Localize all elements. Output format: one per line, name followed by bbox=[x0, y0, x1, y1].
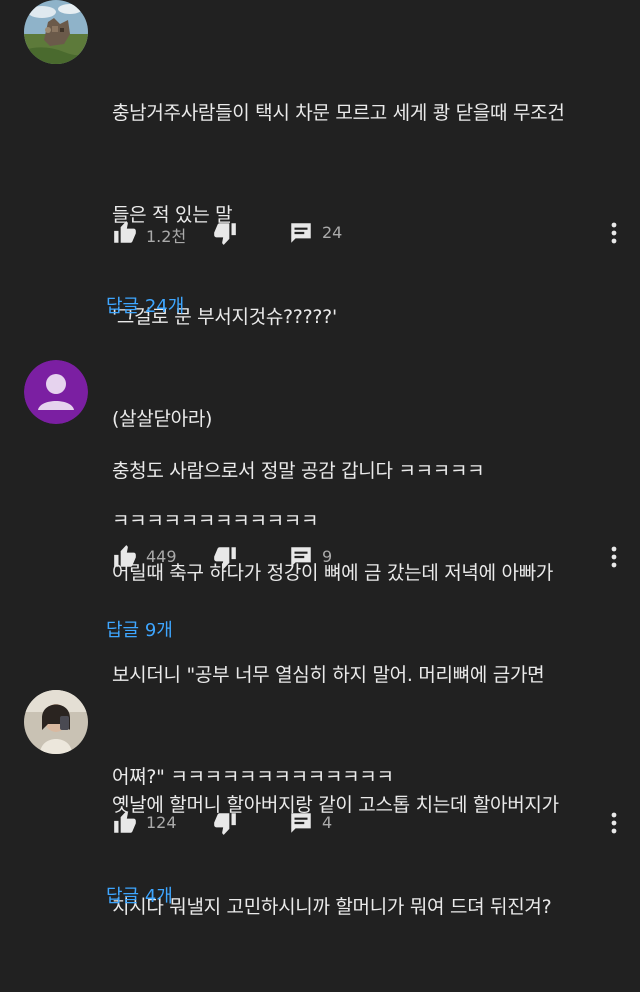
comment-line: 치시다 뭐낼지 고민하시니까 할머니가 뭐여 드뎌 뒤진겨? bbox=[112, 896, 552, 918]
thumbs-up-icon[interactable] bbox=[112, 544, 138, 570]
reply-count: 24 bbox=[322, 223, 343, 242]
reply-icon[interactable] bbox=[288, 810, 314, 836]
comment-actions: 449 9 bbox=[112, 544, 622, 574]
like-count: 1.2천 bbox=[146, 227, 187, 246]
thumbs-down-icon[interactable] bbox=[212, 220, 238, 246]
more-options-icon[interactable] bbox=[606, 808, 622, 838]
comment-line: 충청도 사람으로서 정말 공감 갑니다 ㅋㅋㅋㅋㅋ bbox=[112, 460, 485, 482]
default-user-avatar[interactable] bbox=[24, 360, 88, 424]
like-count: 449 bbox=[146, 547, 177, 566]
reply-count: 9 bbox=[322, 547, 333, 566]
person-photo-avatar[interactable] bbox=[24, 690, 88, 754]
view-replies-button[interactable]: 답글 24개 bbox=[106, 292, 184, 318]
reply-icon[interactable] bbox=[288, 220, 314, 246]
like-count: 124 bbox=[146, 813, 177, 832]
thumbs-down-icon[interactable] bbox=[212, 810, 238, 836]
comment-line: '그걸로 문 부서지것슈?????' bbox=[112, 306, 337, 328]
comment-line: 보시더니 "공부 너무 열심히 하지 말어. 머리뼈에 금가면 bbox=[112, 664, 545, 686]
comment-actions: 124 4 bbox=[112, 810, 622, 840]
reply-count: 4 bbox=[322, 813, 333, 832]
comment-3: 옛날에 할머니 할아버지랑 같이 고스톱 치는데 할아버지가 치시다 뭐낼지 고… bbox=[0, 690, 640, 930]
castle-landscape-avatar[interactable] bbox=[24, 0, 88, 64]
comment-text: 옛날에 할머니 할아버지랑 같이 고스톱 치는데 할아버지가 치시다 뭐낼지 고… bbox=[112, 720, 612, 992]
comment-1: 충남거주사람들이 택시 차문 모르고 세게 쾅 닫을때 무조건 들은 적 있는 … bbox=[0, 0, 640, 532]
comment-actions: 1.2천 24 bbox=[112, 220, 622, 250]
more-options-icon[interactable] bbox=[606, 542, 622, 572]
thumbs-down-icon[interactable] bbox=[212, 544, 238, 570]
reply-icon[interactable] bbox=[288, 544, 314, 570]
view-replies-button[interactable]: 답글 9개 bbox=[106, 616, 173, 642]
more-options-icon[interactable] bbox=[606, 218, 622, 248]
comment-2: 충청도 사람으로서 정말 공감 갑니다 ㅋㅋㅋㅋㅋ 어릴때 축구 하다가 정강이… bbox=[0, 360, 640, 788]
comment-line: 충남거주사람들이 택시 차문 모르고 세게 쾅 닫을때 무조건 bbox=[112, 102, 565, 124]
view-replies-button[interactable]: 답글 4개 bbox=[106, 882, 173, 908]
thumbs-up-icon[interactable] bbox=[112, 220, 138, 246]
thumbs-up-icon[interactable] bbox=[112, 810, 138, 836]
